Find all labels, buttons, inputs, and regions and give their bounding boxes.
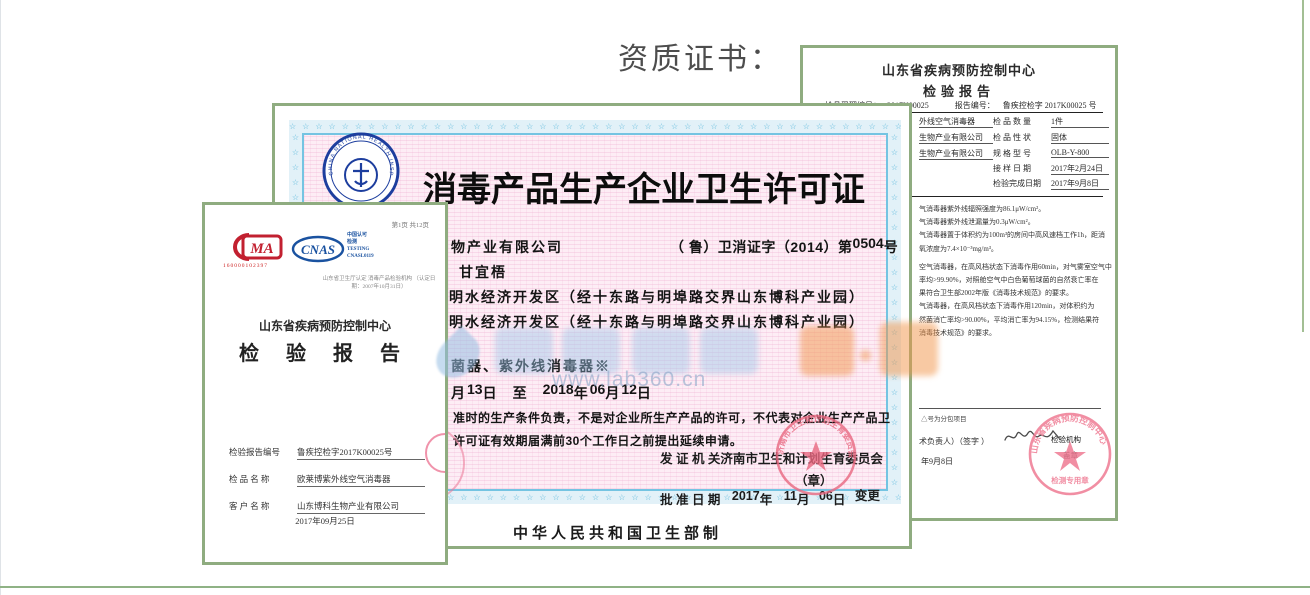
result-line: 然菌消亡率均>90.00%，平均消亡率为94.15%，检测结果符 <box>919 314 1115 327</box>
authority-accreditation-note: 山东省卫生厅认定 消毒产品检验机构 （认定日期：2007年10月31日） <box>321 275 437 291</box>
right-cert-footnote: △号为分包项目 <box>921 413 967 423</box>
cnas-logo: CNAS <box>291 235 345 263</box>
cell-company-fragment: 生物产业有限公司 <box>919 148 993 160</box>
result-line: 空气消毒器，在高风档状态下消毒作用60min，对气雾室空气中 <box>919 261 1115 274</box>
divider <box>919 408 1101 409</box>
result-line: 果符合卫生部2002年版《消毒技术规范》的要求。 <box>919 287 1115 300</box>
svg-text:MA: MA <box>249 241 273 257</box>
cell-value: 固体 <box>1051 132 1109 144</box>
svg-text:CNAS: CNAS <box>301 242 335 257</box>
result-line: 消毒技术规范》的要求。 <box>919 327 1115 340</box>
production-address: 明水经济开发区（经十东路与明埠路交界山东博科产业园） <box>449 287 865 307</box>
cell-label: 检 品 性 状 <box>993 132 1031 143</box>
page-count: 第1页 共12页 <box>392 219 429 229</box>
cnas-side-text: 中国认可 检测 TESTING CNASL0119 <box>347 232 374 260</box>
sign-date-fragment: 年9月8日 <box>921 456 953 467</box>
validity-period-line: 月13日至2018年06月12日 <box>451 383 653 403</box>
field-row: 客 户 名 称山东博科生物产业有限公司 <box>229 500 425 514</box>
registered-address: 明水经济开发区（经十东路与明埠路交界山东博科产业园） <box>449 312 865 332</box>
cell-value: 2017年9月8日 <box>1051 178 1109 190</box>
border-glyph-strip: ☆☆☆☆☆☆☆☆☆☆☆☆☆☆☆☆☆☆☆☆☆☆☆☆☆☆☆☆☆☆☆☆☆☆ <box>888 133 901 491</box>
legal-representative: 甘宜梧 <box>459 262 507 282</box>
cell-label: 检 品 数 量 <box>993 116 1031 127</box>
left-cert-doc-title: 检 验 报 告 <box>205 337 445 366</box>
cell-label: 接 样 日 期 <box>993 163 1031 174</box>
section-title: 资质证书： <box>618 34 783 78</box>
result-line: 氧浓度为7.4×10⁻³mg/m³。 <box>919 243 1115 256</box>
cell-value: 2017年2月24日 <box>1051 163 1109 175</box>
inspection-agency-seal: 山东省疾病预防控制中心 检测专用章 <box>1027 411 1113 497</box>
report-date: 2017年09月25日 <box>205 515 445 527</box>
result-line: 气消毒器紫外线泄漏量为0.3μW/cm²。 <box>919 216 1115 229</box>
licensed-products-fragment: 菌器、紫外线消毒器※ <box>451 356 611 376</box>
cell-label: 规 格 型 号 <box>993 148 1031 159</box>
certificate-test-report-cover: 第1页 共12页 MA 160000102397 CNAS 中国认可 检测 TE… <box>202 202 448 565</box>
result-line: 气消毒器，在高风档状态下消毒作用120min，对体积约为 <box>919 300 1115 313</box>
seal-bottom-text: 检测专用章 <box>1051 475 1089 485</box>
right-cert-result-text: 气消毒器紫外线辐照强度为86.1μW/cm²。 气消毒器紫外线泄漏量为0.3μW… <box>919 203 1115 340</box>
license-number-line: （ 鲁）卫消证字（2014）第0504号 <box>670 237 898 257</box>
cell-value: 1件 <box>1051 116 1109 128</box>
cell-label: 检验完成日期 <box>993 178 1041 189</box>
field-row: 检验报告编号鲁疾控检字2017K00025号 <box>229 446 425 460</box>
cma-number: 160000102397 <box>223 263 268 269</box>
report-no: 鲁疾控检字 2017K00025 号 <box>1003 101 1097 110</box>
page-left-edge-line <box>0 0 1 595</box>
cma-logo: MA <box>223 231 285 263</box>
issued-by-ministry-footer: 中华人民共和国卫生部制 <box>513 522 722 543</box>
field-row: 检 品 名 称欧莱博紫外线空气消毒器 <box>229 473 425 487</box>
cell-value: OLB-Y-800 <box>1051 148 1109 158</box>
result-line: 气消毒器置于体积约为100m³的房间中高风速档工作1h，距消 <box>919 229 1115 242</box>
license-number-prefix: （ 鲁）卫消证字（2014）第 <box>670 239 853 255</box>
cell-sample-name-fragment: 外线空气消毒器 <box>919 116 993 128</box>
health-inspection-emblem: CHINA NATIONAL HEALTH INSPECTION <box>321 131 401 211</box>
page-bottom-edge-line <box>0 586 1310 588</box>
license-number-suffix: 号 <box>884 239 899 255</box>
report-no-label: 报告编号： <box>955 101 995 110</box>
partial-red-seal <box>425 433 448 473</box>
result-line: 气消毒器紫外线辐照强度为86.1μW/cm²。 <box>919 203 1115 216</box>
issuer-label: 发 证 机 关 <box>660 452 720 466</box>
cell-company-fragment: 生物产业有限公司 <box>919 132 993 144</box>
company-name-fragment: 物产业有限公司 <box>451 237 563 257</box>
left-cert-org: 山东省疾病预防控制中心 <box>205 317 445 334</box>
sign-label-fragment: 术负责人）（签字 ） <box>919 436 989 447</box>
note-line-2: 许可证有效期届满前30个工作日之前提出延续申请。 <box>453 432 742 449</box>
right-cert-doc-title: 检验报告 <box>803 81 1115 100</box>
right-cert-org: 山东省疾病预防控制中心 <box>803 60 1115 79</box>
license-title: 消毒产品生产企业卫生许可证 <box>401 162 887 211</box>
qualification-certificates-section: 资质证书： 山东省疾病预防控制中心 检验报告 检品受理编号：2017K00025… <box>0 0 1310 595</box>
result-line: 率均>99.90%，对照舱空气中白色葡萄球菌的自然衰亡率在 <box>919 274 1115 287</box>
page-right-edge-line <box>1302 0 1304 332</box>
issuer-red-seal: 济南市卫生和计划生育委员会 <box>774 413 858 497</box>
license-number-value: 0504 <box>853 235 884 251</box>
